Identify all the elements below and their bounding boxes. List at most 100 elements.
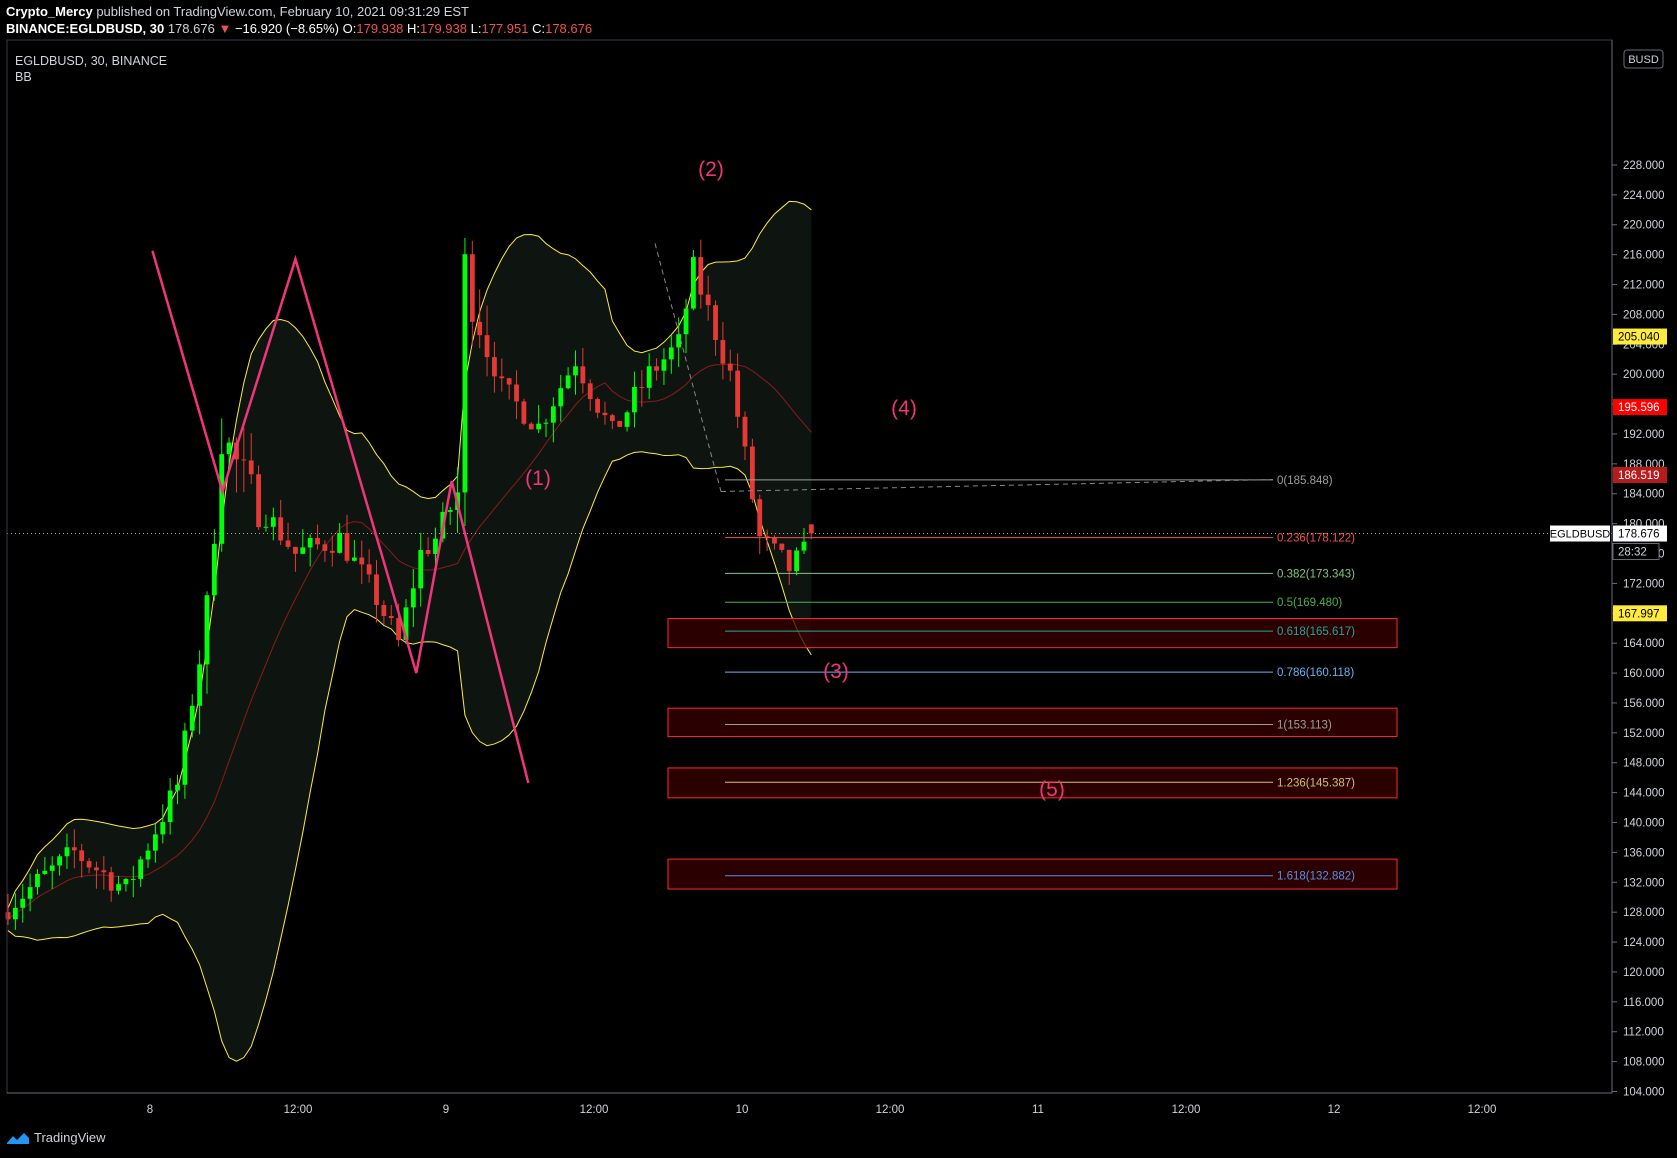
price-tick-label: 224.000 (1623, 190, 1665, 202)
candle-body (167, 790, 173, 823)
time-tick-label: 10 (736, 1104, 749, 1116)
price-tick-label: 228.000 (1623, 160, 1665, 172)
candle-body (108, 872, 114, 891)
candle-body (713, 305, 718, 341)
low-label: L: (470, 21, 482, 36)
time-tick-label: 12:00 (580, 1104, 609, 1116)
last-price: 178.676 (167, 21, 215, 36)
candle-body (175, 784, 180, 791)
candle-body (226, 442, 232, 455)
price-tick-label: 120.000 (1623, 967, 1665, 979)
candle-body (241, 459, 247, 461)
candle-body (12, 907, 18, 920)
price-tag-label: 205.040 (1618, 332, 1660, 344)
wave-label: (3) (823, 660, 849, 683)
price-tick-label: 192.000 (1623, 429, 1665, 441)
price-tag-label: 167.997 (1618, 608, 1660, 620)
candle-body (550, 406, 556, 423)
candle-body (410, 588, 416, 608)
candle-body (307, 538, 313, 548)
author-name[interactable]: Crypto_Mercy (6, 4, 93, 19)
candle-body (786, 549, 792, 572)
open-value: 179.938 (356, 21, 404, 36)
time-tick-label: 12:00 (284, 1104, 313, 1116)
chart-legend[interactable]: EGLDBUSD, 30, BINANCE BB (15, 53, 167, 85)
price-tick-label: 220.000 (1623, 220, 1665, 232)
wave-label: (4) (891, 397, 917, 420)
candle-body (735, 370, 741, 417)
price-tick-label: 156.000 (1623, 698, 1665, 710)
candle-body (779, 543, 785, 550)
price-tick-label: 212.000 (1623, 280, 1665, 292)
high-value: 179.938 (420, 21, 467, 36)
price-chart[interactable]: 0(185.848) 0.236(178.122) 0.382(173.343) 0.… (0, 0, 1677, 1158)
publish-info: published on TradingView.com, February 1… (96, 4, 469, 19)
candle-body (211, 543, 217, 596)
fib-level-label: 0.786(160.118) (1277, 667, 1354, 679)
fib-level-label: 1.618(132.882) (1277, 871, 1355, 883)
price-tick-label: 200.000 (1623, 369, 1665, 381)
price-tag-label: 195.596 (1618, 402, 1660, 414)
candle-body (197, 664, 203, 706)
candle-body (101, 870, 107, 873)
price-tick-label: 148.000 (1623, 758, 1665, 770)
candle-body (528, 423, 534, 430)
candle-body (381, 604, 387, 616)
candle-body (543, 422, 549, 424)
candle-body (580, 366, 586, 384)
price-tick-label: 136.000 (1623, 847, 1665, 859)
price-tick-label: 116.000 (1623, 997, 1664, 1009)
candle-body (204, 595, 210, 665)
price-tick-label: 216.000 (1623, 250, 1665, 262)
price-tick-label: 112.000 (1623, 1027, 1664, 1039)
fib-level-label: 0.5(169.480) (1277, 597, 1342, 609)
symbol-name: BINANCE:EGLDBUSD, 30 (6, 21, 165, 36)
currency-label: BUSD (1628, 54, 1659, 66)
candle-body (447, 510, 453, 512)
candle-body (300, 547, 306, 554)
candle-body (5, 912, 11, 920)
tradingview-logo-icon (7, 1132, 29, 1144)
candle-body (742, 416, 748, 447)
fib-level-label: 0(185.848) (1277, 475, 1333, 487)
legend-indicator[interactable]: BB (15, 69, 167, 85)
time-tick-label: 12:00 (1172, 1104, 1201, 1116)
time-axis[interactable]: 8 12:00 9 12:00 10 12:00 11 12:00 12 12:00 (147, 1104, 1497, 1116)
down-arrow-icon: ▼ (218, 21, 232, 36)
time-tick-label: 12:00 (1468, 1104, 1497, 1116)
candle-body (351, 557, 357, 561)
fib-level-label: 1(153.113) (1277, 720, 1332, 732)
candle-body (366, 564, 372, 575)
price-tick-label: 172.000 (1623, 578, 1665, 590)
time-tick-label: 11 (1032, 1104, 1044, 1116)
candle-body (138, 859, 144, 879)
price-tick-label: 140.000 (1623, 818, 1665, 830)
candle-body (602, 412, 608, 416)
time-tick-label: 12:00 (876, 1104, 905, 1116)
candle-body (469, 254, 475, 322)
candle-body (558, 388, 564, 407)
candle-body (499, 376, 505, 379)
candle-body (646, 366, 652, 388)
price-tick-label: 128.000 (1623, 907, 1665, 919)
candle-body (632, 386, 637, 413)
candle-body (757, 499, 763, 537)
price-tick-label: 152.000 (1623, 728, 1665, 740)
candle-body (691, 257, 696, 309)
candle-body (573, 366, 578, 376)
candle-body (720, 340, 726, 364)
symbol-tag-label: EGLDBUSD (1550, 529, 1611, 541)
high-label: H: (407, 21, 420, 36)
candle-body (661, 359, 667, 371)
wave-label: (1) (525, 467, 551, 490)
candle-body (182, 730, 188, 785)
candle-body (624, 412, 630, 427)
candle-body (418, 550, 424, 589)
candle-body (189, 705, 195, 731)
time-tick-label: 8 (147, 1104, 153, 1116)
price-tick-label: 108.000 (1623, 1057, 1665, 1069)
tradingview-footer[interactable]: TradingView (6, 1130, 106, 1145)
candle-body (794, 550, 799, 572)
candle-body (639, 386, 645, 388)
legend-title: EGLDBUSD, 30, BINANCE (15, 54, 168, 68)
